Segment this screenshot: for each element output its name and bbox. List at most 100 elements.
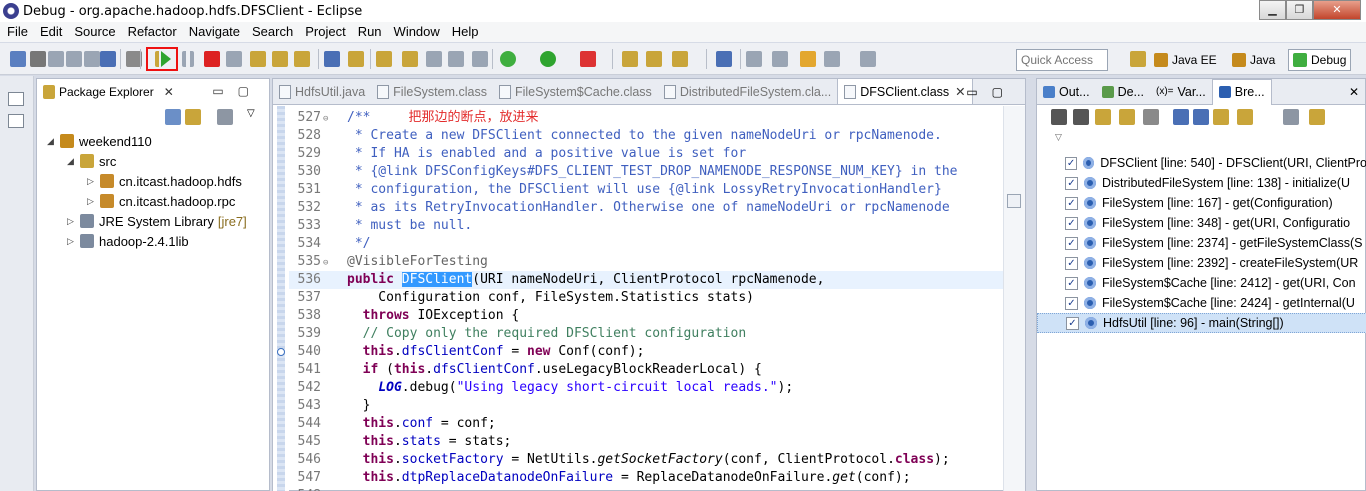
tab-var[interactable]: (x)= Var... [1150,80,1212,104]
code-line[interactable]: 539 // Copy only the required DFSClient … [289,325,1003,343]
editor-tab-dfsclient-class[interactable]: DFSClient.class ✕ [837,78,973,104]
breakpoint-item[interactable]: ✓ FileSystem [line: 348] - get(URI, Confi… [1037,213,1366,233]
code-line[interactable]: 543 } [289,397,1003,415]
back-icon[interactable] [746,51,762,67]
restore-view-icon[interactable] [8,92,24,106]
suspend-icon[interactable] [182,51,194,67]
editor-vertical-scrollbar[interactable] [1003,106,1025,491]
dropdown-icon[interactable] [30,51,46,67]
tree-item[interactable]: ▷ JRE System Library [jre7] [67,211,247,231]
code-line[interactable]: 529 * If HA is enabled and a positive va… [289,145,1003,163]
collapsed-arrow-icon[interactable]: ▷ [87,176,97,187]
code-line[interactable]: 547 this.dtpReplaceDatanodeOnFailure = R… [289,469,1003,487]
perspective-java-ee[interactable]: Java EE [1150,49,1221,71]
tree-item[interactable]: ▷ cn.itcast.hadoop.rpc [87,191,235,211]
annotation-icon[interactable] [716,51,732,67]
resume-icon[interactable] [155,51,171,67]
code-editor[interactable]: 527/** 把那边的断点，放进来 ⊖ 528 * Create a new DFSC… [273,106,1003,491]
show-breakpoints-icon[interactable] [1309,109,1325,125]
breakpoint-item[interactable]: ✓ FileSystem [line: 2374] - getFileSystem… [1037,233,1366,253]
view-controls[interactable]: ▭▢ [212,84,263,98]
navigate-forward-icon[interactable] [860,51,876,67]
debug-icon[interactable] [500,51,516,67]
code-line[interactable]: 527 /** 把那边的断点，放进来 ⊖ [289,109,1003,127]
editor-view-controls[interactable]: ▭▢ [966,85,1017,99]
link-with-editor-icon[interactable] [185,109,201,125]
tab-bre[interactable]: Bre... [1211,78,1272,105]
toggle-mark-icon[interactable] [472,51,488,67]
breakpoint-item[interactable]: ✓ FileSystem$Cache [line: 2412] - get(URI… [1037,273,1366,293]
editor-tab-filesystem-class[interactable]: FileSystem.class [371,80,493,104]
breakpoint-marker-icon[interactable] [277,348,285,356]
last-edit-icon[interactable] [800,51,816,67]
code-line[interactable]: 536 public DFSClient(URI nameNodeUri, Cli… [289,271,1003,289]
breakpoint-item[interactable]: ✓ FileSystem$Cache [line: 2424] - getInte… [1037,293,1366,313]
breakpoint-item[interactable]: ✓ DFSClient [line: 540] - DFSClient(URI, … [1037,153,1366,173]
breakpoint-checkbox[interactable]: ✓ [1065,256,1078,270]
show-supported-icon[interactable] [1095,109,1111,125]
navigate-back-icon[interactable] [824,51,840,67]
new-class-icon[interactable] [672,51,688,67]
chevron-down-icon[interactable]: ▽ [1055,133,1062,143]
tab-out[interactable]: Out... [1037,80,1096,104]
view-menu-icon[interactable] [217,109,233,125]
fold-toggle-icon[interactable]: ⊖ [323,110,328,128]
open-type-icon[interactable] [426,51,442,67]
collapse-all-icon[interactable] [1193,109,1209,125]
close-icon[interactable]: ✕ [1349,85,1359,99]
collapsed-arrow-icon[interactable]: ▷ [67,216,77,227]
menu-navigate[interactable]: Navigate [183,22,246,42]
code-line[interactable]: 538 throws IOException { [289,307,1003,325]
code-line[interactable]: 528 * Create a new DFSClient connected t… [289,127,1003,145]
forward-icon[interactable] [772,51,788,67]
code-line[interactable]: 535 @VisibleForTesting ⊖ [289,253,1003,271]
code-line[interactable]: 537 Configuration conf, FileSystem.Stati… [289,289,1003,307]
collapse-all-icon[interactable] [165,109,181,125]
expanded-arrow-icon[interactable]: ◢ [67,156,77,167]
perspective-java[interactable]: Java [1228,49,1279,71]
use-step-filters-icon[interactable] [348,51,364,67]
menu-run[interactable]: Run [352,22,388,42]
editor-tab-hdfsutil-java[interactable]: HdfsUtil.java [273,80,371,104]
menu-project[interactable]: Project [299,22,351,42]
expanded-arrow-icon[interactable]: ◢ [47,136,57,147]
maximize-button[interactable]: ❐ [1286,0,1313,20]
print-icon[interactable] [84,51,100,67]
collapsed-arrow-icon[interactable]: ▷ [67,236,77,247]
quick-access-input[interactable] [1016,49,1108,71]
menu-window[interactable]: Window [388,22,446,42]
chevron-down-icon[interactable]: ▽ [247,108,255,119]
step-into-icon[interactable] [250,51,266,67]
breakpoint-checkbox[interactable]: ✓ [1065,296,1078,310]
breakpoint-checkbox[interactable]: ✓ [1065,276,1078,290]
tree-item[interactable]: ▷ cn.itcast.hadoop.hdfs [87,171,242,191]
breakpoint-checkbox[interactable]: ✓ [1065,176,1078,190]
new-icon[interactable] [10,51,26,67]
code-line[interactable]: 534 */ [289,235,1003,253]
code-line[interactable]: 546 this.socketFactory = NetUtils.getSoc… [289,451,1003,469]
code-line[interactable]: 548 [289,487,1003,491]
close-button[interactable]: ✕ [1313,0,1361,20]
breakpoint-checkbox[interactable]: ✓ [1066,316,1079,330]
breakpoint-checkbox[interactable]: ✓ [1065,236,1078,250]
add-java-exception-icon[interactable] [1237,109,1253,125]
minimize-button[interactable]: ▁ [1259,0,1286,20]
skip-all-icon[interactable] [1143,109,1159,125]
disconnect-icon[interactable] [226,51,242,67]
terminal-icon[interactable] [100,51,116,67]
terminate-icon[interactable] [204,51,220,67]
close-icon[interactable]: ✕ [164,85,174,99]
new-package-icon[interactable] [646,51,662,67]
tree-item[interactable]: ▷ hadoop-2.4.1lib [67,231,189,251]
external-tools-icon[interactable] [376,51,392,67]
breakpoint-item[interactable]: ✓ DistributedFileSystem [line: 138] - ini… [1037,173,1366,193]
remove-icon[interactable] [1051,109,1067,125]
breakpoint-item[interactable]: ✓ FileSystem [line: 167] - get(Configurat… [1037,193,1366,213]
close-icon[interactable]: ✕ [955,84,965,99]
save-icon[interactable] [48,51,64,67]
fold-toggle-icon[interactable]: ⊖ [323,254,328,272]
package-explorer-tab[interactable]: Package Explorer ✕ ▭▢ [37,79,269,105]
perspective-debug[interactable]: Debug [1288,49,1352,71]
step-return-icon[interactable] [294,51,310,67]
code-line[interactable]: 532 * as its RetryInvocationHandler. Oth… [289,199,1003,217]
